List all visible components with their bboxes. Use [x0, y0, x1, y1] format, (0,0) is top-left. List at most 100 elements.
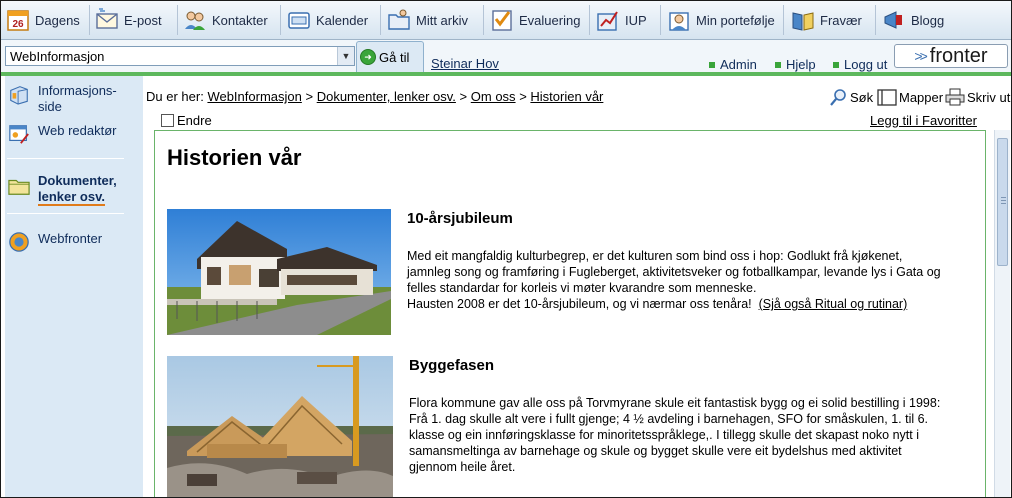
absence-icon	[792, 12, 814, 31]
toolbar-e-post[interactable]: E-post	[95, 1, 162, 39]
search-tool[interactable]: Søk	[830, 88, 873, 106]
toolbar-kontakter[interactable]: Kontakter	[183, 1, 268, 39]
toolbar-divider	[660, 5, 661, 35]
site-select[interactable]: WebInformasjon ▼	[5, 46, 355, 66]
scrollbar-thumb[interactable]	[997, 138, 1008, 266]
toolbar-label: Mitt arkiv	[416, 12, 468, 28]
username-link[interactable]: Steinar Hov	[431, 56, 499, 71]
text-line: samansmeltinga av barnehage og skule og …	[409, 444, 902, 458]
add-to-favorites-link[interactable]: Legg til i Favoritter	[870, 113, 977, 128]
grip-line	[1001, 203, 1006, 204]
web-editor-icon	[9, 125, 29, 144]
accent-divider	[1, 72, 1011, 76]
sidebar-item-web-redaktor[interactable]: Web redaktør	[7, 123, 117, 145]
toolbar-kalender[interactable]: Kalender	[287, 1, 368, 39]
bullet-icon	[775, 61, 781, 68]
toolbar-divider	[783, 5, 784, 35]
text-line: klasse og ein innføringsklasse for minor…	[409, 428, 919, 442]
breadcrumb-link[interactable]: Historien vår	[530, 89, 603, 104]
arrow-right-icon: ➜	[360, 49, 376, 65]
edit-checkbox[interactable]	[161, 114, 174, 127]
toolbar-dagens[interactable]: 26 Dagens	[6, 1, 80, 39]
book-icon	[877, 89, 897, 106]
toolbar-blogg[interactable]: Blogg	[882, 1, 944, 39]
page-title: Historien vår	[167, 145, 302, 170]
sidebar-item-webfronter[interactable]: Webfronter	[7, 231, 102, 253]
toolbar-label: Kontakter	[212, 12, 268, 28]
toolbar-divider	[280, 5, 281, 35]
help-link[interactable]: Hjelp	[775, 57, 816, 72]
logo-arrows: >>	[914, 48, 927, 64]
calendar-icon	[288, 12, 310, 29]
section-text: Med eit mangfaldig kulturbegrep, er det …	[407, 248, 941, 312]
mail-icon	[96, 8, 118, 29]
grip-line	[1001, 200, 1006, 201]
goto-label: Gå til	[379, 49, 410, 65]
toolbar-divider	[875, 5, 876, 35]
sidebar-item-dokumenter[interactable]: Dokumenter, lenker osv.	[7, 173, 117, 206]
text-line: Flora kommune gav alle oss på Torvmyrane…	[409, 396, 941, 410]
sidebar-item-label: Webfronter	[38, 231, 103, 246]
toolbar-evaluering[interactable]: Evaluering	[490, 1, 580, 39]
edit-toggle[interactable]: Endre	[161, 113, 212, 128]
breadcrumb-separator: >	[305, 89, 314, 104]
admin-link[interactable]: Admin	[709, 57, 757, 72]
text-line: Frå 1. dag skulle alt vere i fullt gjeng…	[409, 412, 929, 426]
ritual-link[interactable]: (Sjå også Ritual og rutinar)	[759, 297, 908, 311]
toolbar-label: IUP	[625, 12, 647, 28]
search-label: Søk	[850, 89, 874, 105]
breadcrumb-link[interactable]: WebInformasjon	[207, 89, 301, 104]
calendar-day-icon: 26	[7, 10, 29, 31]
sidebar-item-label: Dokumenter,	[38, 173, 117, 188]
fronter-logo: >> fronter	[894, 44, 1008, 68]
sidebar-item-label: lenker osv.	[38, 189, 105, 206]
bullet-icon	[709, 61, 715, 68]
toolbar-label: Kalender	[316, 12, 369, 28]
toolbar-label: Dagens	[35, 12, 80, 28]
toolbar-fravaer[interactable]: Fravær	[791, 1, 862, 39]
search-icon	[830, 89, 846, 106]
section-text: Flora kommune gav alle oss på Torvmyrane…	[409, 395, 940, 475]
breadcrumb-separator: >	[459, 89, 468, 104]
text-line: Med eit mangfaldig kulturbegrep, er det …	[407, 249, 903, 263]
grip-line	[1001, 197, 1006, 198]
portfolio-icon	[669, 12, 689, 31]
folders-tool[interactable]: Mapper	[877, 88, 943, 106]
print-label: Skriv ut	[967, 89, 1011, 105]
toolbar-min-portefolje[interactable]: Min portefølje	[667, 1, 775, 39]
site-select-value: WebInformasjon	[10, 48, 105, 64]
bullet-icon	[833, 61, 839, 68]
archive-icon	[388, 9, 410, 30]
section-heading: Byggefasen	[409, 357, 495, 374]
breadcrumb-link[interactable]: Om oss	[471, 89, 516, 104]
breadcrumb: Du er her: WebInformasjon > Dokumenter, …	[146, 89, 603, 104]
logout-link[interactable]: Logg ut	[833, 57, 887, 72]
info-page-icon	[10, 86, 28, 105]
print-tool[interactable]: Skriv ut	[945, 88, 1010, 106]
toolbar-divider	[177, 5, 178, 35]
sidebar-item-label: Web redaktør	[38, 123, 117, 138]
toolbar-label: Fravær	[820, 12, 862, 28]
sidebar-divider	[7, 158, 124, 159]
sidebar-item-informasjonsside[interactable]: Informasjons- side	[7, 83, 117, 115]
edit-label: Endre	[177, 113, 212, 128]
top-toolbar: 26 Dagens E-post Kontakter Kalender Mitt…	[1, 1, 1011, 40]
folders-label: Mapper	[899, 89, 944, 105]
text-line: felles standardar for korleis vi møter k…	[407, 281, 757, 295]
toolbar-iup[interactable]: IUP	[596, 1, 647, 39]
blog-icon	[884, 11, 902, 29]
admin-label: Admin	[720, 57, 757, 72]
vertical-scrollbar[interactable]	[994, 130, 1010, 497]
breadcrumb-link[interactable]: Dokumenter, lenker osv.	[317, 89, 456, 104]
chevron-down-icon[interactable]: ▼	[337, 47, 354, 65]
toolbar-label: E-post	[124, 12, 162, 28]
toolbar-divider	[589, 5, 590, 35]
goto-button[interactable]: ➜ Gå til	[360, 49, 409, 65]
text-line: jamnleg song og framføring i Fugleberget…	[407, 265, 941, 279]
toolbar-divider	[89, 5, 90, 35]
breadcrumb-separator: >	[519, 89, 527, 104]
sidebar-item-label: Informasjons-	[38, 83, 117, 98]
toolbar-mitt-arkiv[interactable]: Mitt arkiv	[387, 1, 468, 39]
sidebar-divider	[7, 213, 124, 214]
help-label: Hjelp	[786, 57, 816, 72]
